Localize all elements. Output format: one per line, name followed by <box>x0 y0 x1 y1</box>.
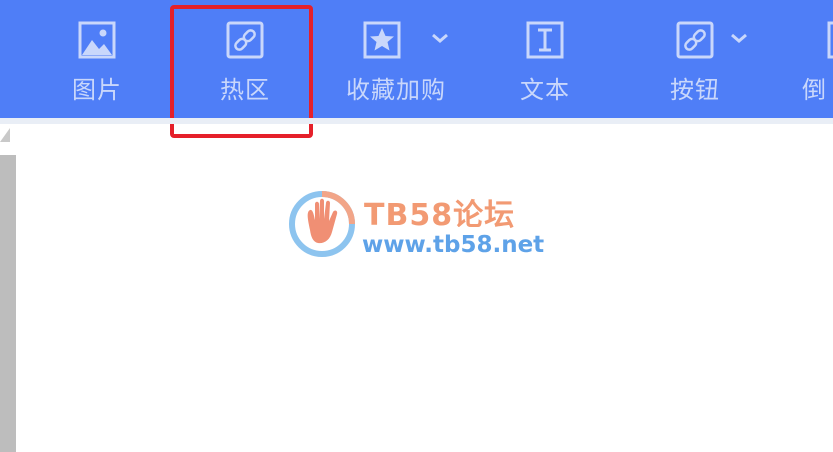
image-icon <box>77 20 117 60</box>
toolbar: 图片 热区 收藏加购 文本 按钮 倒 <box>0 0 833 118</box>
watermark-title: TB58论坛 <box>364 198 516 233</box>
countdown-icon <box>826 20 833 60</box>
toolbar-item-label: 倒 <box>802 76 827 104</box>
watermark-url: www.tb58.net <box>362 232 545 258</box>
corner-marker <box>0 128 10 142</box>
toolbar-item-text[interactable]: 文本 <box>510 0 580 118</box>
chevron-down-icon[interactable] <box>430 28 450 48</box>
watermark-logo <box>288 190 356 258</box>
toolbar-item-label: 收藏加购 <box>346 76 446 104</box>
star-icon <box>362 20 402 60</box>
link-button-icon <box>675 20 715 60</box>
toolbar-item-label: 文本 <box>520 76 570 104</box>
toolbar-item-image[interactable]: 图片 <box>62 0 132 118</box>
toolbar-divider <box>0 118 833 124</box>
toolbar-item-button[interactable]: 按钮 <box>660 0 730 118</box>
text-icon <box>525 20 565 60</box>
left-scrollbar[interactable] <box>0 155 16 452</box>
toolbar-item-label: 图片 <box>72 76 122 104</box>
toolbar-item-countdown[interactable]: 倒 <box>800 0 833 118</box>
chevron-down-icon[interactable] <box>729 28 749 48</box>
toolbar-item-favorite-cart[interactable]: 收藏加购 <box>338 0 454 118</box>
toolbar-item-label: 按钮 <box>670 76 720 104</box>
